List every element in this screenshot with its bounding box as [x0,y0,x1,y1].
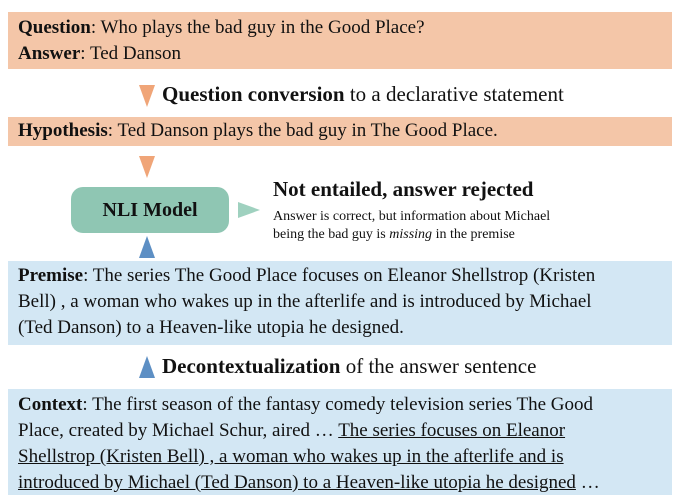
premise-text-1: The series The Good Place focuses on Ele… [92,265,596,286]
context-text-4-tail: … [575,472,600,493]
hypothesis-line: Hypothesis: Ted Danson plays the bad guy… [18,120,498,141]
question-label: Question [18,17,91,38]
context-line3: Shellstrop (Kristen Bell) , a woman who … [18,446,564,467]
step-decontextualization: Decontextualization of the answer senten… [162,354,536,379]
arrow-down-icon [139,85,155,107]
step1-bold: Question conversion [162,82,345,106]
answer-line: Answer: Ted Danson [18,43,181,64]
context-line2: Place, created by Michael Schur, aired …… [18,418,662,444]
result-line2-post: in the premise [432,227,515,242]
result-line2-em: missing [389,227,433,242]
hypothesis-box: Hypothesis: Ted Danson plays the bad guy… [8,117,672,146]
answer-label: Answer [18,43,81,64]
question-text: Who plays the bad guy in the Good Place? [100,17,425,38]
step2-bold: Decontextualization [162,354,341,378]
premise-line2: Bell) , a woman who wakes up in the afte… [18,291,592,312]
result-line2-pre: being the bad guy is [273,227,390,242]
nli-model-box: NLI Model [71,187,229,233]
hypothesis-text: Ted Danson plays the bad guy in The Good… [117,120,498,141]
premise-label: Premise [18,265,84,286]
context-text-2-underlined: The series focuses on Eleanor [338,420,566,441]
context-line1: Context: The first season of the fantasy… [18,394,593,415]
premise-line1: Premise: The series The Good Place focus… [18,265,596,286]
context-text-2: Place, created by Michael Schur, aired … [18,420,339,441]
arrow-right-icon [238,202,260,218]
arrow-up-icon [139,356,155,378]
step-question-conversion: Question conversion to a declarative sta… [162,82,564,107]
step1-rest: to a declarative statement [344,82,564,106]
nli-model-label: NLI Model [102,198,198,221]
context-line4: introduced by Michael (Ted Danson) to a … [18,470,662,496]
premise-box: Premise: The series The Good Place focus… [8,261,672,345]
result-line2: being the bad guy is missing in the prem… [273,226,515,244]
hypothesis-label: Hypothesis [18,120,108,141]
arrow-down-icon [139,156,155,178]
step2-rest: of the answer sentence [340,354,537,378]
question-line: Question: Who plays the bad guy in the G… [18,17,425,38]
premise-line3: (Ted Danson) to a Heaven-like utopia he … [18,317,404,338]
result-line1: Answer is correct, but information about… [273,209,551,224]
result-title: Not entailed, answer rejected [273,177,534,201]
context-text-4-underlined: introduced by Michael (Ted Danson) to a … [18,472,576,493]
context-label: Context [18,394,83,415]
context-text-1: The first season of the fantasy comedy t… [92,394,593,415]
question-box: Question: Who plays the bad guy in the G… [8,12,672,69]
answer-text: Ted Danson [89,43,181,64]
context-box: Context: The first season of the fantasy… [8,389,672,495]
arrow-up-icon [139,236,155,258]
